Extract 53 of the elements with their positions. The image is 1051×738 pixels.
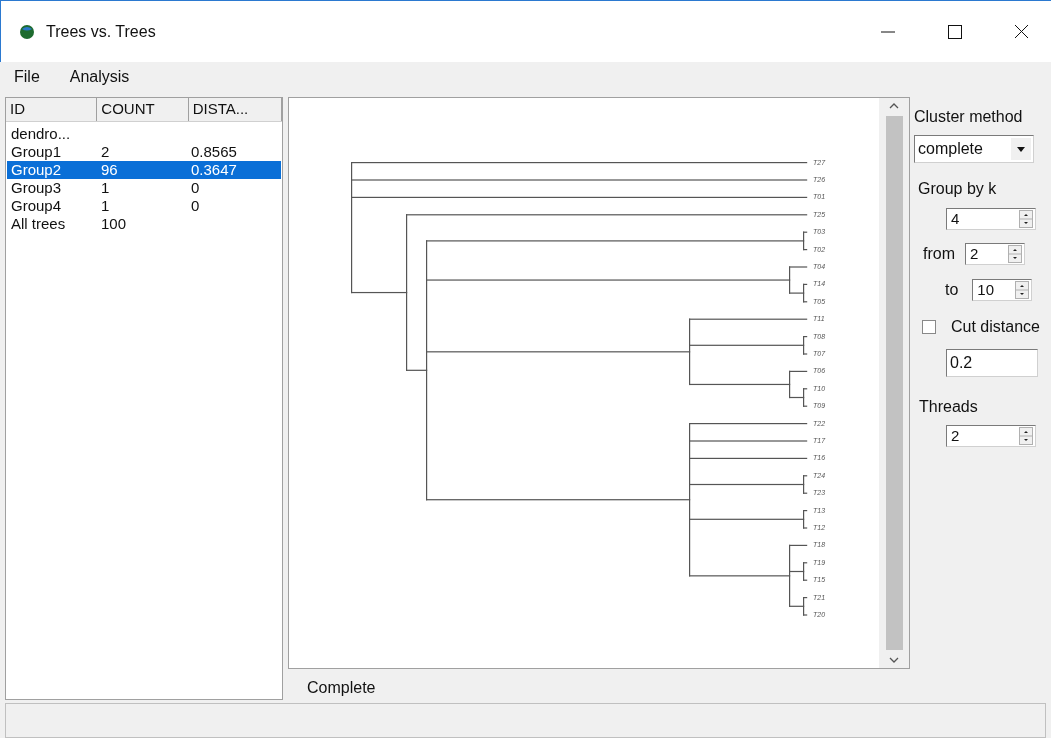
table-cell-text: 0.8565 bbox=[191, 141, 237, 162]
table-row[interactable]: dendro... bbox=[7, 125, 281, 143]
table-cell-text: 0 bbox=[191, 177, 200, 198]
field-label: Threads bbox=[919, 397, 979, 417]
table-row[interactable]: Group3 1 0 bbox=[7, 179, 281, 197]
table-cell-text: Group3 bbox=[10, 178, 63, 198]
group-by-k-field[interactable]: 4 bbox=[946, 208, 1036, 230]
maximize-icon[interactable] bbox=[948, 24, 962, 39]
column-header[interactable]: DISTA... bbox=[188, 98, 282, 121]
from-field[interactable]: 2 bbox=[965, 243, 1025, 265]
table-cell-text: 2 bbox=[100, 141, 111, 162]
method-caption: Complete bbox=[307, 678, 377, 698]
table-cell-text: 1 bbox=[100, 177, 111, 198]
scrollbar[interactable] bbox=[879, 98, 909, 668]
column-header[interactable]: COUNT bbox=[97, 98, 189, 121]
checkbox-label: Cut distance bbox=[951, 317, 1040, 337]
table-row[interactable]: Group1 2 0.8565 bbox=[7, 143, 281, 161]
table-cell-text: Group4 bbox=[10, 196, 63, 216]
spinner-arrows-icon[interactable] bbox=[1019, 427, 1033, 445]
spinner-arrows-icon[interactable] bbox=[1019, 210, 1033, 228]
field-label: to bbox=[945, 280, 959, 300]
table-row[interactable]: All trees 100 bbox=[7, 215, 281, 233]
table-cell-text: 100 bbox=[100, 213, 128, 234]
spinner-arrows-icon[interactable] bbox=[1008, 245, 1022, 263]
to-field[interactable]: 10 bbox=[972, 279, 1033, 301]
table-row[interactable]: Group4 1 0 bbox=[7, 197, 281, 215]
table-cell-text: 96 bbox=[100, 159, 119, 180]
table-cell-text: Group2 bbox=[10, 160, 63, 180]
field-label: Cluster method bbox=[914, 107, 1024, 127]
cluster-method-dropdown[interactable]: complete bbox=[914, 135, 1034, 163]
close-icon[interactable] bbox=[1014, 24, 1029, 39]
table-cell-text: 0.3647 bbox=[191, 159, 237, 180]
cut-distance-checkbox[interactable] bbox=[922, 320, 936, 334]
table-cell-text: 0 bbox=[191, 195, 200, 216]
table-cell-text: Group1 bbox=[10, 141, 63, 162]
field-label: Group by k bbox=[918, 179, 998, 199]
table-row[interactable]: Group2 96 0.3647 bbox=[7, 161, 281, 179]
dropdown-caret-icon[interactable] bbox=[1011, 138, 1031, 160]
table-cell-text: dendro... bbox=[10, 123, 72, 144]
window-title: Trees vs. Trees bbox=[46, 21, 156, 42]
table-cell-text: 1 bbox=[100, 195, 111, 216]
menu-item[interactable]: File bbox=[14, 65, 40, 89]
globe-icon bbox=[19, 23, 35, 40]
threads-field[interactable]: 2 bbox=[946, 425, 1036, 447]
menu-item[interactable]: Analysis bbox=[69, 65, 130, 89]
scroll-down-icon[interactable] bbox=[889, 656, 899, 664]
cut-distance-field[interactable]: 0.2 bbox=[946, 349, 1038, 377]
column-header[interactable]: ID bbox=[6, 98, 98, 121]
field-label: from bbox=[923, 244, 955, 264]
scrollbar-thumb[interactable] bbox=[885, 116, 903, 650]
table-cell-text: All trees bbox=[10, 214, 67, 234]
spinner-arrows-icon[interactable] bbox=[1015, 281, 1030, 299]
scroll-up-icon[interactable] bbox=[889, 102, 899, 110]
